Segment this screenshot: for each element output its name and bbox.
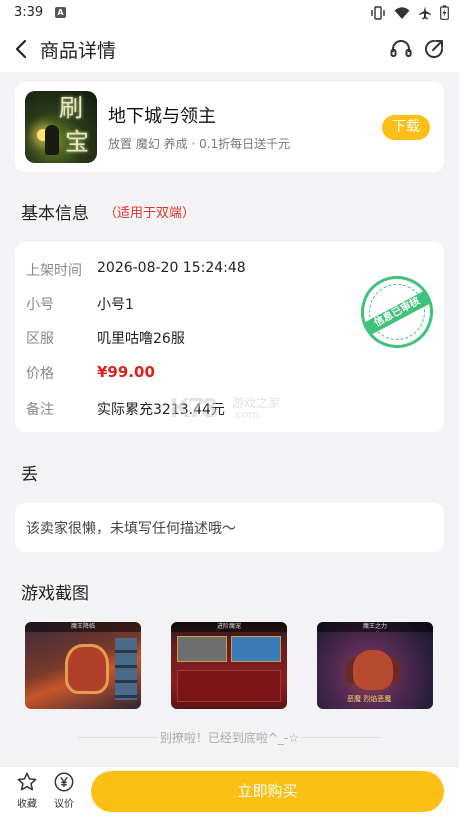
watermark-domain: .com: [232, 408, 259, 421]
boss-figure: [65, 644, 109, 694]
favorite-button[interactable]: 收藏: [12, 771, 42, 810]
screenshot-caption-bar: 魔王之力: [317, 622, 433, 632]
end-of-list-hint: 别撩啦！已经到底啦^_-☆: [159, 731, 300, 745]
info-value: 叽里咕噜26服: [97, 331, 185, 347]
character-silhouette: [45, 125, 59, 155]
screenshot-caption: 魔王降临: [70, 623, 95, 630]
battery-icon: [440, 5, 449, 20]
screenshot-caption-bar: 进阶魔宠: [171, 622, 287, 632]
info-label: 上架时间: [26, 263, 82, 279]
clock: 3:39: [14, 5, 44, 20]
system-icons: [370, 5, 449, 20]
page-title: 商品详情: [40, 40, 117, 62]
wifi-icon: [394, 6, 410, 19]
price-value: ¥99.00: [97, 363, 155, 381]
info-label: 备注: [26, 402, 54, 418]
app-bar: 商品详情: [0, 26, 459, 72]
pet-panel-right: [231, 636, 281, 662]
airplane-icon: [419, 6, 431, 19]
basic-info-title: 基本信息: [21, 204, 89, 224]
game-card[interactable]: 刷 宝 地下城与领主 放置 魔幻 养成 · 0.1折每日送千元 下载: [15, 82, 444, 172]
favorite-label: 收藏: [17, 799, 37, 810]
info-value: 小号1: [97, 297, 134, 313]
seller-description-card: 该卖家很懒，未填写任何描述哦～: [15, 503, 444, 552]
demon-figure: [353, 650, 393, 690]
game-name: 地下城与领主: [108, 106, 216, 127]
demon-label: 恶魔 烈焰恶魔: [347, 695, 392, 703]
skill-panel: [115, 638, 137, 700]
yen-icon: [54, 772, 74, 792]
info-label: 区服: [26, 331, 54, 347]
info-value: 2026-08-20 15:24:48: [97, 260, 246, 276]
customer-service-icon[interactable]: [389, 37, 413, 61]
screenshot-caption: 进阶魔宠: [216, 623, 241, 630]
bottom-action-bar: 收藏 议价 立即购买: [0, 766, 459, 816]
bargain-button[interactable]: 议价: [49, 771, 79, 810]
download-button[interactable]: 下载: [382, 115, 430, 140]
screenshots-title: 游戏截图: [21, 584, 89, 604]
game-tags: 放置 魔幻 养成 · 0.1折每日送千元: [108, 137, 291, 151]
watermark-logo: K73 游戏之家 .com: [170, 392, 300, 424]
bargain-label: 议价: [54, 799, 74, 810]
pet-panel-left: [177, 636, 227, 662]
basic-info-subtitle: （适用于双端）: [104, 206, 196, 221]
back-arrow-icon[interactable]: [10, 37, 34, 61]
game-icon-char-1: 刷: [59, 94, 83, 122]
info-label: 价格: [26, 366, 54, 382]
info-label: 小号: [26, 297, 54, 313]
share-icon[interactable]: [422, 37, 446, 61]
buy-now-button[interactable]: 立即购买: [91, 771, 444, 812]
screenshot-caption-bar: 魔王降临: [25, 622, 141, 632]
seller-description: 该卖家很懒，未填写任何描述哦～: [26, 521, 236, 537]
screenshot-3[interactable]: 魔王之力 恶魔 烈焰恶魔: [317, 622, 433, 709]
stats-panel: [177, 670, 281, 702]
screenshot-1[interactable]: 魔王降临: [25, 622, 141, 709]
verified-stamp: 信息已审核: [348, 263, 446, 361]
game-icon[interactable]: 刷 宝: [25, 91, 97, 163]
star-icon: [17, 772, 37, 791]
seller-title: 丢: [21, 465, 38, 485]
screenshot-caption: 魔王之力: [362, 623, 387, 630]
watermark-mark: K73: [170, 392, 217, 423]
vibrate-icon: [371, 5, 385, 20]
screenshot-2[interactable]: 进阶魔宠: [171, 622, 287, 709]
status-bar: 3:39 A: [0, 0, 459, 26]
game-icon-char-2: 宝: [65, 128, 89, 156]
notification-icon: A: [55, 7, 66, 18]
